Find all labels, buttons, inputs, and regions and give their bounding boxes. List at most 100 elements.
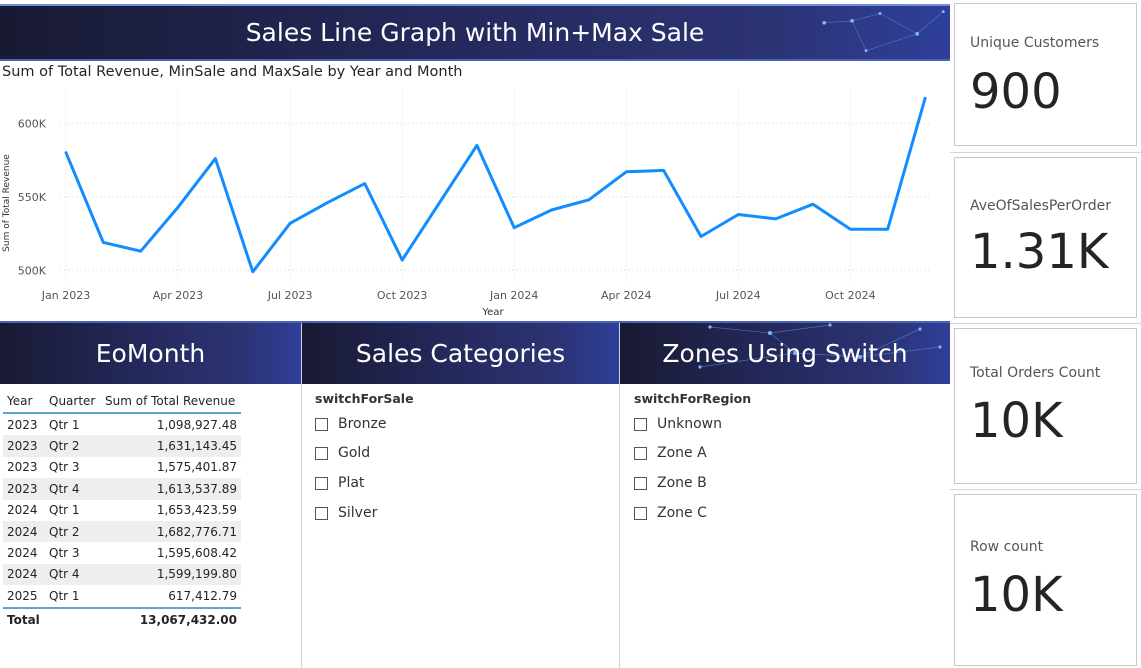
cell-year: 2023: [3, 478, 45, 500]
card-label: Row count: [970, 539, 1044, 555]
table-row[interactable]: 2024 Qtr 4 1,599,199.80: [3, 563, 241, 586]
card-separator: [950, 323, 1141, 324]
cell-year: 2025: [7, 588, 38, 603]
total-value: 13,067,432.00: [101, 606, 241, 631]
checkbox[interactable]: [634, 506, 647, 520]
checkbox[interactable]: [634, 446, 647, 460]
card-value: 1.31K: [970, 224, 1109, 280]
checkbox[interactable]: [315, 506, 328, 520]
slicer-option-silver[interactable]: Silver: [315, 505, 377, 521]
eomonth-title: EoMonth: [95, 339, 206, 368]
slicer-option-plat[interactable]: Plat: [315, 475, 364, 491]
table-row[interactable]: 2023 Qtr 4 1,613,537.89: [3, 478, 241, 500]
kpi-card-unique-customers[interactable]: Unique Customers 900: [954, 3, 1137, 146]
card-label: Total Orders Count: [970, 365, 1101, 381]
option-label: Bronze: [338, 416, 387, 432]
total-label: Total: [3, 606, 101, 631]
revenue-matrix[interactable]: Year Quarter Sum of Total Revenue 2023 Qt…: [3, 390, 241, 631]
x-tick-label: Apr 2024: [601, 289, 652, 302]
column-header-year[interactable]: Year: [3, 390, 45, 414]
table-row[interactable]: 2024 Qtr 3 1,595,608.42: [3, 542, 241, 563]
card-label: AveOfSalesPerOrder: [970, 198, 1111, 214]
card-value: 10K: [970, 393, 1063, 449]
cell-quarter: Qtr 2: [45, 435, 101, 457]
cell-revenue: 1,575,401.87: [156, 460, 237, 475]
option-label: Unknown: [657, 416, 722, 432]
cell-quarter: Qtr 2: [45, 520, 101, 543]
option-label: Gold: [338, 445, 371, 461]
sales-categories-title: Sales Categories: [355, 339, 566, 368]
cell-revenue: 1,599,199.80: [101, 563, 241, 586]
card-separator: [950, 489, 1141, 490]
card-value: 900: [970, 64, 1062, 120]
kpi-card-avg-sales-per-order[interactable]: AveOfSalesPerOrder 1.31K: [954, 157, 1137, 318]
cell-revenue: 1,595,608.42: [156, 546, 237, 561]
checkbox[interactable]: [315, 417, 328, 431]
x-tick-label: Jul 2024: [715, 289, 761, 302]
slicer-sale-title: switchForSale: [315, 391, 414, 406]
table-row[interactable]: 2024 Qtr 1 1,653,423.59: [3, 500, 241, 521]
table-row[interactable]: 2025 Qtr 1 617,412.79: [3, 585, 241, 607]
cell-year: 2024: [3, 520, 45, 543]
card-label: Unique Customers: [970, 35, 1100, 51]
slicer-option-zone-c[interactable]: Zone C: [634, 505, 707, 521]
card-separator: [950, 152, 1141, 153]
cell-year: 2024: [7, 503, 38, 518]
checkbox[interactable]: [634, 476, 647, 490]
kpi-card-total-orders[interactable]: Total Orders Count 10K: [954, 328, 1137, 484]
cell-quarter: Qtr 1: [49, 503, 80, 518]
matrix-header-row: Year Quarter Sum of Total Revenue: [3, 390, 241, 414]
column-header-quarter[interactable]: Quarter: [45, 390, 101, 414]
x-tick-label: Jul 2023: [267, 289, 313, 302]
cell-revenue: 617,412.79: [168, 588, 237, 603]
y-axis-label: Sum of Total Revenue: [2, 154, 12, 252]
cell-revenue: 1,653,423.59: [156, 503, 237, 518]
x-tick-label: Oct 2024: [825, 289, 876, 302]
slicer-option-unknown[interactable]: Unknown: [634, 416, 722, 432]
option-label: Zone B: [657, 475, 707, 491]
cell-year: 2023: [7, 460, 38, 475]
cell-quarter: Qtr 3: [49, 460, 80, 475]
line-chart[interactable]: Sum of Total Revenue, MinSale and MaxSal…: [0, 61, 950, 321]
kpi-card-row-count[interactable]: Row count 10K: [954, 494, 1137, 666]
cell-quarter: Qtr 1: [49, 417, 80, 432]
checkbox[interactable]: [315, 476, 328, 490]
checkbox[interactable]: [315, 446, 328, 460]
y-tick-label: 550K: [18, 191, 47, 204]
y-tick-label: 600K: [18, 117, 47, 130]
checkbox[interactable]: [634, 417, 647, 431]
divider: [301, 323, 302, 668]
series-line[interactable]: [64, 96, 927, 274]
cell-year: 2024: [7, 546, 38, 561]
cell-revenue: 1,613,537.89: [101, 478, 241, 500]
network-decoration: [822, 10, 945, 53]
chart-title-banner: Sales Line Graph with Min+Max Sale: [0, 4, 950, 61]
cell-year: 2024: [3, 563, 45, 586]
x-tick-label: Jan 2024: [489, 289, 538, 302]
table-row[interactable]: 2023 Qtr 3 1,575,401.87: [3, 457, 241, 478]
cell-revenue: 1,631,143.45: [101, 435, 241, 457]
total-row: Total 13,067,432.00: [3, 606, 241, 631]
cell-quarter: Qtr 1: [49, 588, 80, 603]
x-tick-label: Oct 2023: [377, 289, 428, 302]
table-row[interactable]: 2023 Qtr 1 1,098,927.48: [3, 413, 241, 435]
table-row[interactable]: 2024 Qtr 2 1,682,776.71: [3, 520, 241, 543]
slicer-region-title: switchForRegion: [634, 391, 752, 406]
cell-quarter: Qtr 3: [49, 546, 80, 561]
y-tick-label: 500K: [18, 264, 47, 277]
slicer-option-gold[interactable]: Gold: [315, 445, 370, 461]
slicer-option-zone-a[interactable]: Zone A: [634, 445, 707, 461]
option-label: Zone C: [657, 505, 707, 521]
zones-title: Zones Using Switch: [662, 339, 908, 368]
column-header-revenue[interactable]: Sum of Total Revenue: [101, 390, 241, 414]
option-label: Zone A: [657, 445, 707, 461]
x-tick-label: Apr 2023: [153, 289, 204, 302]
cell-revenue: 1,682,776.71: [101, 520, 241, 543]
cell-quarter: Qtr 4: [45, 478, 101, 500]
chart-plot[interactable]: 500K 550K 600K Jan 2023 Apr 2023 Jul 2023 Oct…: [0, 61, 950, 321]
cell-year: 2023: [7, 417, 38, 432]
slicer-option-zone-b[interactable]: Zone B: [634, 475, 707, 491]
page-title: Sales Line Graph with Min+Max Sale: [245, 18, 705, 47]
table-row[interactable]: 2023 Qtr 2 1,631,143.45: [3, 435, 241, 457]
slicer-option-bronze[interactable]: Bronze: [315, 416, 386, 432]
